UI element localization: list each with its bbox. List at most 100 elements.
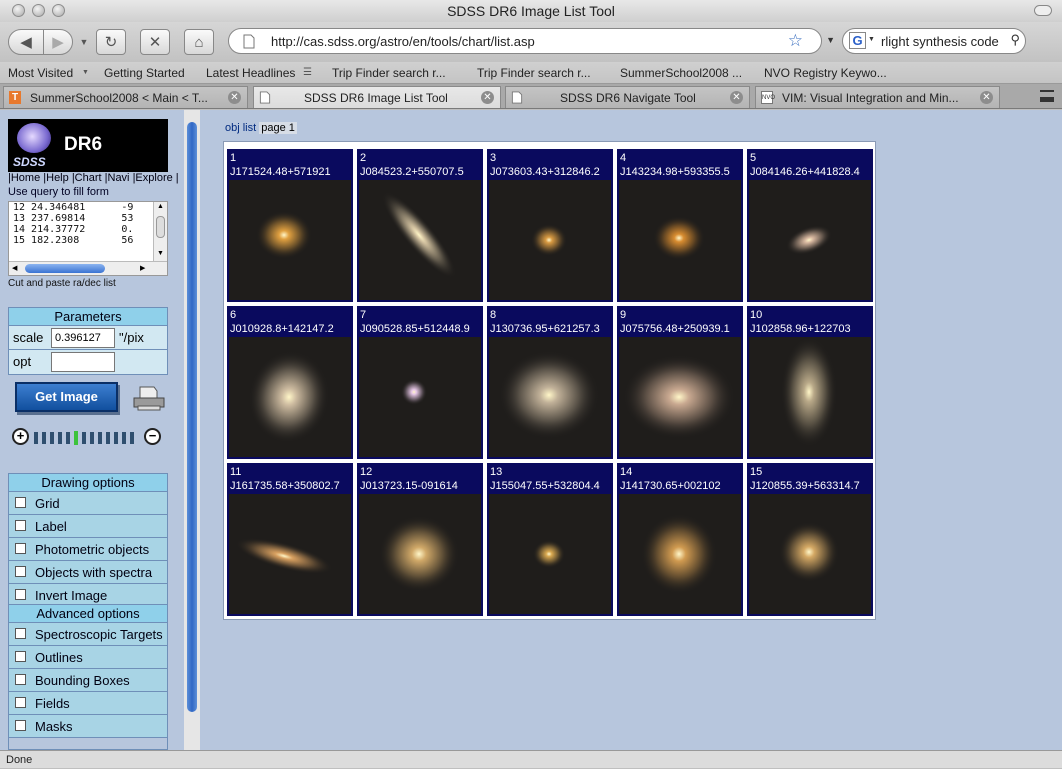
option-masks[interactable]: Masks: [9, 715, 167, 738]
galaxy-thumbnail[interactable]: [229, 337, 351, 457]
use-query-link[interactable]: Use query to fill form: [8, 186, 109, 198]
option-label[interactable]: Label: [9, 515, 167, 538]
get-image-button[interactable]: Get Image: [15, 382, 118, 412]
obj-list-link[interactable]: obj list: [225, 122, 256, 134]
targets-checkbox[interactable]: [15, 628, 26, 639]
galaxy-thumbnail[interactable]: [359, 494, 481, 614]
masks-checkbox[interactable]: [15, 720, 26, 731]
bookmark-most-visited[interactable]: Most Visited: [8, 66, 73, 80]
galaxy-thumbnail[interactable]: [749, 337, 871, 457]
close-tab-icon[interactable]: ✕: [980, 91, 993, 104]
object-name[interactable]: J143234.98+593355.5: [620, 166, 730, 178]
object-name[interactable]: J161735.58+350802.7: [230, 480, 340, 492]
nav-link-navi[interactable]: |Navi: [105, 172, 130, 184]
galaxy-thumbnail[interactable]: [229, 180, 351, 300]
scroll-right-icon[interactable]: ▶: [140, 264, 145, 272]
option-invert-image[interactable]: Invert Image: [9, 584, 167, 605]
fields-checkbox[interactable]: [15, 697, 26, 708]
left-frame-scrollbar[interactable]: [184, 110, 200, 750]
search-bar[interactable]: G ▼ rlight synthesis code ⚲: [842, 28, 1026, 54]
radec-horizontal-scrollbar[interactable]: ◀ ▶: [9, 261, 167, 275]
option-spectroscopic-targets[interactable]: Spectroscopic Targets: [9, 623, 167, 646]
object-cell[interactable]: 12 J013723.15-091614: [357, 463, 483, 616]
nav-link-chart[interactable]: |Chart: [72, 172, 102, 184]
object-cell[interactable]: 11 J161735.58+350802.7: [227, 463, 353, 616]
scroll-up-icon[interactable]: ▲: [157, 203, 164, 210]
object-cell[interactable]: 7 J090528.85+512448.9: [357, 306, 483, 459]
close-tab-icon[interactable]: ✕: [481, 91, 494, 104]
search-icon[interactable]: ⚲: [1010, 32, 1020, 48]
bookmark-summerschool[interactable]: SummerSchool2008 ...: [620, 66, 742, 80]
minimize-window-icon[interactable]: [32, 4, 45, 17]
object-cell[interactable]: 2 J084523.2+550707.5: [357, 149, 483, 302]
zoom-level-indicator[interactable]: [74, 431, 78, 445]
toolbar-toggle-icon[interactable]: [1034, 5, 1052, 16]
object-cell[interactable]: 13 J155047.55+532804.4: [487, 463, 613, 616]
grid-checkbox[interactable]: [15, 497, 26, 508]
object-name[interactable]: J013723.15-091614: [360, 480, 458, 492]
nav-link-home[interactable]: |Home: [8, 172, 40, 184]
object-name[interactable]: J141730.65+002102: [620, 480, 721, 492]
galaxy-thumbnail[interactable]: [619, 180, 741, 300]
bookmark-trip-finder-2[interactable]: Trip Finder search r...: [477, 66, 591, 80]
close-window-icon[interactable]: [12, 4, 25, 17]
option-bounding-boxes[interactable]: Bounding Boxes: [9, 669, 167, 692]
url-dropdown-icon[interactable]: ▼: [826, 35, 835, 45]
galaxy-thumbnail[interactable]: [749, 180, 871, 300]
search-engine-chevron-icon[interactable]: ▼: [868, 36, 875, 43]
option-objects-with-spectra[interactable]: Objects with spectra: [9, 561, 167, 584]
bookmark-getting-started[interactable]: Getting Started: [104, 66, 185, 80]
scroll-thumb[interactable]: [25, 264, 105, 273]
opt-input[interactable]: [51, 352, 115, 372]
bookmark-nvo-registry[interactable]: NVO Registry Keywo...: [764, 66, 887, 80]
scroll-left-icon[interactable]: ◀: [12, 264, 17, 272]
tab-image-list-tool[interactable]: SDSS DR6 Image List Tool ✕: [253, 86, 501, 108]
sdss-logo[interactable]: DR6 SDSS: [8, 119, 168, 172]
printer-icon[interactable]: [132, 384, 166, 412]
page-indicator[interactable]: page 1: [259, 122, 297, 134]
object-cell[interactable]: 15 J120855.39+563314.7: [747, 463, 873, 616]
scroll-thumb[interactable]: [156, 216, 165, 238]
spectra-checkbox[interactable]: [15, 566, 26, 577]
galaxy-thumbnail[interactable]: [359, 180, 481, 300]
galaxy-thumbnail[interactable]: [619, 337, 741, 457]
scale-input[interactable]: [51, 328, 115, 348]
galaxy-thumbnail[interactable]: [359, 337, 481, 457]
object-name[interactable]: J084523.2+550707.5: [360, 166, 464, 178]
object-cell[interactable]: 9 J075756.48+250939.1: [617, 306, 743, 459]
object-name[interactable]: J090528.85+512448.9: [360, 323, 470, 335]
object-cell[interactable]: 1 J171524.48+571921: [227, 149, 353, 302]
option-fields[interactable]: Fields: [9, 692, 167, 715]
object-cell[interactable]: 4 J143234.98+593355.5: [617, 149, 743, 302]
option-outlines[interactable]: Outlines: [9, 646, 167, 669]
option-photometric-objects[interactable]: Photometric objects: [9, 538, 167, 561]
object-cell[interactable]: 5 J084146.26+441828.4: [747, 149, 873, 302]
object-name[interactable]: J075756.48+250939.1: [620, 323, 730, 335]
radec-list-textarea[interactable]: 12 24.346481 -9 13 237.69814 53 14 214.3…: [8, 201, 168, 276]
galaxy-thumbnail[interactable]: [749, 494, 871, 614]
invert-checkbox[interactable]: [15, 589, 26, 600]
zoom-out-icon[interactable]: −: [144, 428, 161, 445]
outlines-checkbox[interactable]: [15, 651, 26, 662]
zoom-slider[interactable]: + −: [12, 428, 166, 448]
url-bar[interactable]: http://cas.sdss.org/astro/en/tools/chart…: [228, 28, 835, 54]
object-name[interactable]: J120855.39+563314.7: [750, 480, 860, 492]
object-name[interactable]: J130736.95+621257.3: [490, 323, 600, 335]
forward-button[interactable]: ▶: [43, 29, 73, 55]
option-grid[interactable]: Grid: [9, 492, 167, 515]
galaxy-thumbnail[interactable]: [619, 494, 741, 614]
bookmark-star-icon[interactable]: ☆: [788, 31, 803, 51]
reload-button[interactable]: ↻: [96, 29, 126, 55]
close-tab-icon[interactable]: ✕: [228, 91, 241, 104]
object-cell[interactable]: 3 J073603.43+312846.2: [487, 149, 613, 302]
history-dropdown-button[interactable]: ▼: [76, 29, 92, 55]
galaxy-thumbnail[interactable]: [489, 180, 611, 300]
scroll-down-icon[interactable]: ▼: [157, 250, 164, 257]
bounding-boxes-checkbox[interactable]: [15, 674, 26, 685]
tab-navigate-tool[interactable]: SDSS DR6 Navigate Tool ✕: [505, 86, 750, 108]
home-button[interactable]: ⌂: [184, 29, 214, 55]
object-name[interactable]: J171524.48+571921: [230, 166, 331, 178]
tab-summerschool[interactable]: T SummerSchool2008 < Main < T... ✕: [3, 86, 248, 108]
object-cell[interactable]: 6 J010928.8+142147.2: [227, 306, 353, 459]
object-name[interactable]: J084146.26+441828.4: [750, 166, 860, 178]
